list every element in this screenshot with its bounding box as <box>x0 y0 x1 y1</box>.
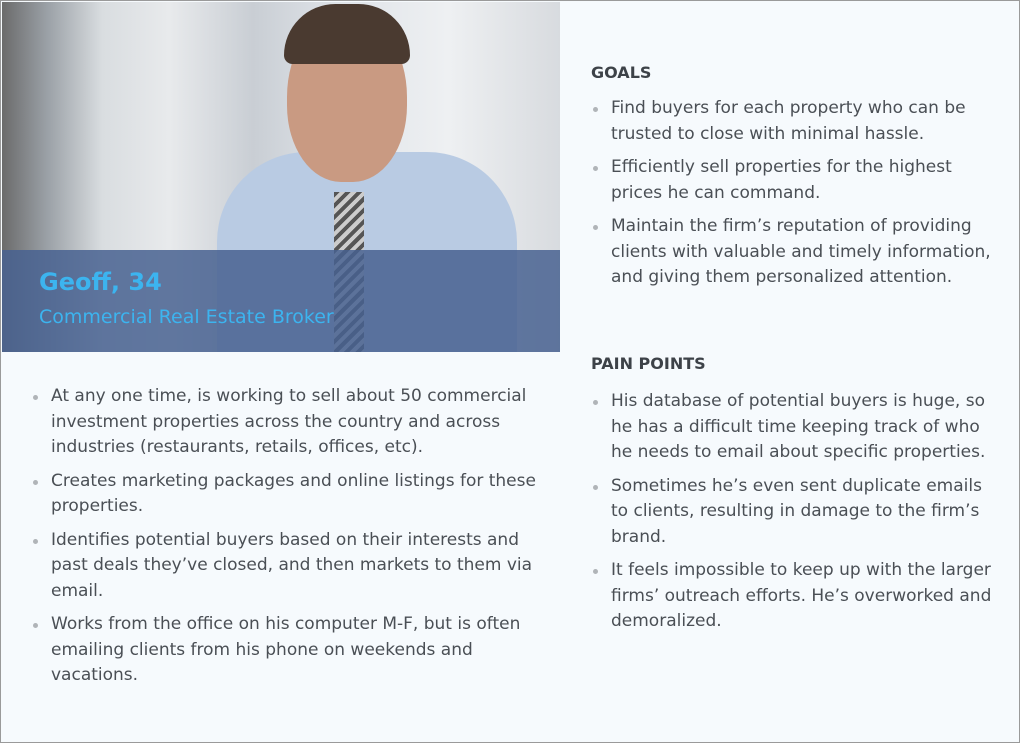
list-item: Identifies potential buyers based on the… <box>31 528 551 605</box>
list-item: Efficiently sell properties for the high… <box>591 155 996 206</box>
pain-points-heading: PAIN POINTS <box>591 354 706 373</box>
list-item: Maintain the firm’s reputation of provid… <box>591 214 996 291</box>
persona-role: Commercial Real Estate Broker <box>39 306 334 328</box>
persona-photo <box>2 2 560 352</box>
list-item: His database of potential buyers is huge… <box>591 389 996 466</box>
list-item: Sometimes he’s even sent duplicate email… <box>591 474 996 551</box>
list-item: It feels impossible to keep up with the … <box>591 558 996 635</box>
list-item: Find buyers for each property who can be… <box>591 96 996 147</box>
pain-points-list: His database of potential buyers is huge… <box>591 389 996 643</box>
persona-card: Geoff, 34 Commercial Real Estate Broker … <box>0 0 1020 743</box>
name-overlay <box>2 250 560 352</box>
list-item: Creates marketing packages and online li… <box>31 469 551 520</box>
list-item: Works from the office on his computer M-… <box>31 612 551 689</box>
goals-heading: GOALS <box>591 63 652 82</box>
goals-list: Find buyers for each property who can be… <box>591 96 996 299</box>
list-item: At any one time, is working to sell abou… <box>31 384 551 461</box>
persona-name: Geoff, 34 <box>39 268 162 296</box>
about-list: At any one time, is working to sell abou… <box>31 384 551 697</box>
